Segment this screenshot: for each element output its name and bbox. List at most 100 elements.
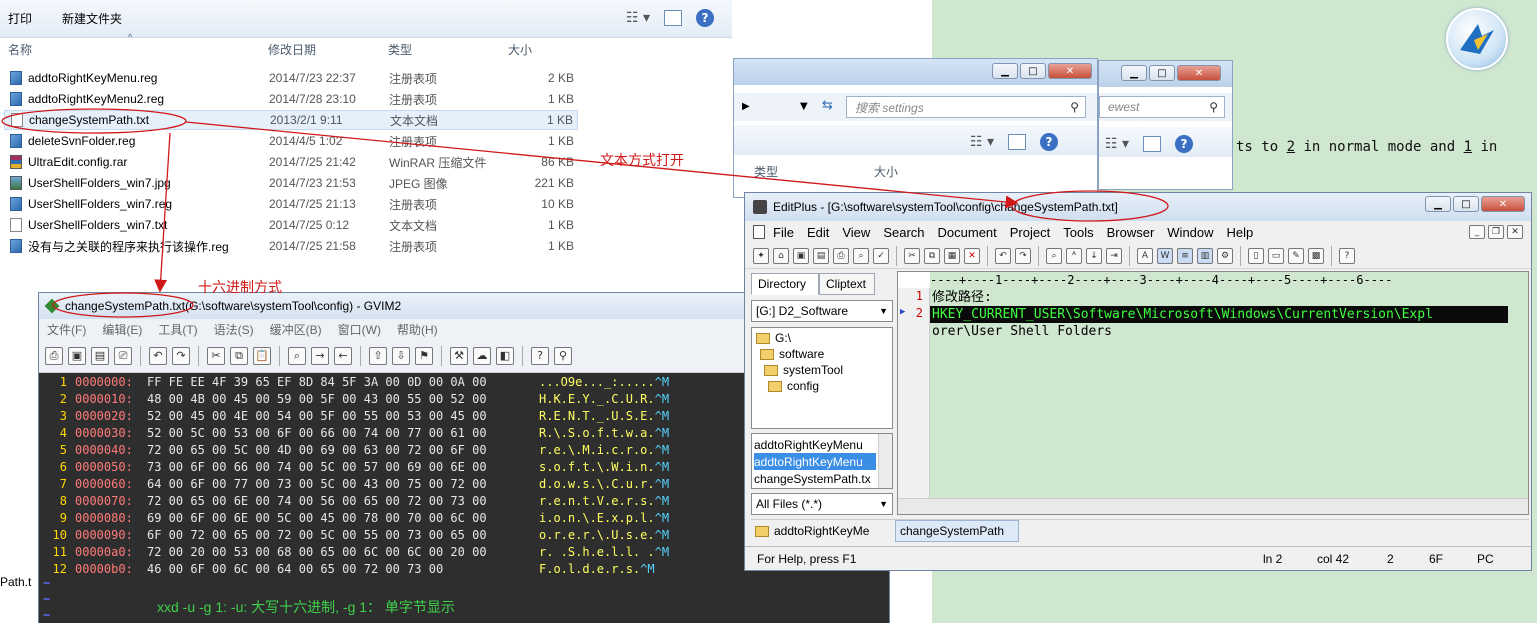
- search-input[interactable]: ewest ⚲: [1099, 96, 1225, 118]
- word-wrap-icon[interactable]: W: [1157, 247, 1173, 264]
- paste-icon[interactable]: 📋: [253, 346, 271, 365]
- find-replace-icon[interactable]: ⌕: [288, 346, 306, 365]
- file-row[interactable]: UserShellFolders_win7.txt 2014/7/25 0:12 文…: [4, 215, 578, 235]
- help-icon[interactable]: ?: [696, 9, 714, 27]
- column-name-header[interactable]: 名称: [8, 41, 32, 58]
- save-icon[interactable]: ▣: [793, 247, 809, 264]
- redo-icon[interactable]: ↷: [1015, 247, 1031, 264]
- maximize-button[interactable]: □: [1020, 63, 1046, 79]
- menu-edit[interactable]: Edit: [807, 225, 829, 240]
- run-script-icon[interactable]: ⚑: [415, 346, 433, 365]
- menu-tools[interactable]: Tools: [1063, 225, 1093, 240]
- tree-item[interactable]: config: [768, 379, 819, 393]
- code-area[interactable]: 修改路径: HKEY_CURRENT_USER\Software\Microso…: [930, 288, 1528, 498]
- file-row[interactable]: addtoRightKeyMenu.reg 2014/7/23 22:37 注册表项…: [4, 68, 578, 88]
- menu-project[interactable]: Project: [1010, 225, 1050, 240]
- menu-window[interactable]: Window: [1167, 225, 1213, 240]
- column-size-header[interactable]: 大小: [508, 41, 532, 58]
- save-icon[interactable]: ▣: [68, 346, 86, 365]
- preview-pane-icon[interactable]: [1143, 136, 1162, 152]
- paste-icon[interactable]: ▦: [944, 247, 960, 264]
- list-item[interactable]: addtoRightKeyMenu: [754, 436, 876, 453]
- goto-icon[interactable]: ↓: [1086, 247, 1102, 264]
- menu-help[interactable]: Help: [1227, 225, 1254, 240]
- make-icon[interactable]: ⚒: [450, 346, 468, 365]
- tab-directory[interactable]: Directory: [751, 273, 819, 295]
- menu-search[interactable]: Search: [883, 225, 924, 240]
- file-row[interactable]: addtoRightKeyMenu2.reg 2014/7/28 23:10 注册表…: [4, 89, 578, 109]
- file-row[interactable]: UserShellFolders_win7.reg 2014/7/25 21:13…: [4, 194, 578, 214]
- maximize-button[interactable]: □: [1453, 196, 1479, 212]
- editor-pane[interactable]: ----+----1----+----2----+----3----+----4…: [897, 271, 1529, 515]
- view-options-icon[interactable]: ☷ ▾: [626, 10, 650, 26]
- settings-icon[interactable]: ⚙: [1217, 247, 1233, 264]
- search-input[interactable]: 搜索 settings ⚲: [846, 96, 1086, 118]
- close-button[interactable]: ✕: [1048, 63, 1092, 79]
- scrollbar[interactable]: [878, 434, 892, 488]
- column-date-header[interactable]: 修改日期: [268, 41, 316, 58]
- toggle-icon[interactable]: ⇥: [1106, 247, 1122, 264]
- preview-pane-icon[interactable]: [1008, 134, 1027, 150]
- redo-icon[interactable]: ↷: [172, 346, 190, 365]
- list-item[interactable]: changeSystemPath.tx: [754, 470, 876, 487]
- undo-icon[interactable]: ↶: [995, 247, 1011, 264]
- help-icon[interactable]: ?: [1040, 133, 1059, 151]
- find-icon[interactable]: ⌕: [1046, 247, 1062, 264]
- refresh-icon[interactable]: ⇆: [822, 98, 833, 113]
- doc-minimize-button[interactable]: _: [1469, 225, 1485, 239]
- open-icon[interactable]: ⎙: [45, 346, 63, 365]
- menu-window[interactable]: 窗口(W): [338, 321, 381, 338]
- horizontal-scrollbar[interactable]: [898, 498, 1528, 514]
- directory-window-icon[interactable]: ▯: [1248, 247, 1264, 264]
- tab-cliptext[interactable]: Cliptext: [819, 273, 875, 295]
- load-session-icon[interactable]: ⇧: [369, 346, 387, 365]
- tools-icon[interactable]: ✎: [1288, 247, 1304, 264]
- line-number-icon[interactable]: ≡: [1177, 247, 1193, 264]
- drive-select[interactable]: [G:] D2_Software ▼: [751, 300, 893, 322]
- list-item[interactable]: addtoRightKeyMenu: [754, 453, 876, 470]
- shell-icon[interactable]: ☁: [473, 346, 491, 365]
- menu-tools[interactable]: 工具(T): [158, 321, 197, 338]
- print-button[interactable]: 打印: [8, 10, 32, 27]
- file-row[interactable]: 没有与之关联的程序来执行该操作.reg 2014/7/25 21:58 注册表项 1 …: [4, 236, 578, 256]
- file-row[interactable]: UltraEdit.config.rar 2014/7/25 21:42 WinRA…: [4, 152, 578, 172]
- doc-tab-active[interactable]: changeSystemPath: [895, 520, 1019, 542]
- copy-icon[interactable]: ⧉: [230, 346, 248, 365]
- cut-icon[interactable]: ✂: [904, 247, 920, 264]
- save-session-icon[interactable]: ⇩: [392, 346, 410, 365]
- menu-view[interactable]: View: [842, 225, 870, 240]
- help-icon[interactable]: ?: [531, 346, 549, 365]
- new-file-icon[interactable]: ✦: [753, 247, 769, 264]
- file-row[interactable]: deleteSvnFolder.reg 2014/4/5 1:02 注册表项 1 KB: [4, 131, 578, 151]
- delete-icon[interactable]: ✕: [964, 247, 980, 264]
- close-button[interactable]: ✕: [1177, 65, 1221, 81]
- tree-item[interactable]: software: [760, 347, 824, 361]
- maximize-button[interactable]: □: [1149, 65, 1175, 81]
- minimize-button[interactable]: ▁: [992, 63, 1018, 79]
- new-folder-button[interactable]: 新建文件夹: [62, 10, 122, 27]
- save-all-icon[interactable]: ▤: [813, 247, 829, 264]
- view-options-icon[interactable]: ☷ ▾: [1105, 136, 1129, 152]
- column-type-header[interactable]: 类型: [754, 163, 778, 180]
- menu-file[interactable]: 文件(F): [47, 321, 86, 338]
- output-window-icon[interactable]: ▭: [1268, 247, 1284, 264]
- menu-syntax[interactable]: 语法(S): [214, 321, 254, 338]
- file-row[interactable]: changeSystemPath.txt 2013/2/1 9:11 文本文档 1 K…: [4, 110, 578, 130]
- menu-file[interactable]: File: [773, 225, 794, 240]
- doc-restore-button[interactable]: ❐: [1488, 225, 1504, 239]
- column-size-header[interactable]: 大小: [874, 163, 898, 180]
- file-filter-select[interactable]: All Files (*.*) ▼: [751, 493, 893, 515]
- menu-browser[interactable]: Browser: [1107, 225, 1155, 240]
- tree-item[interactable]: G:\: [756, 331, 791, 345]
- dropdown-arrow-icon[interactable]: ▼: [800, 101, 808, 112]
- menu-document[interactable]: Document: [938, 225, 997, 240]
- menu-help[interactable]: 帮助(H): [397, 321, 438, 338]
- close-button[interactable]: ✕: [1481, 196, 1525, 212]
- replace-icon[interactable]: ᴬ: [1066, 247, 1082, 264]
- font-icon[interactable]: A: [1137, 247, 1153, 264]
- minimize-button[interactable]: ▁: [1121, 65, 1147, 81]
- doc-tab[interactable]: addtoRightKeyMe: [751, 520, 893, 542]
- print-preview-icon[interactable]: ⌕: [853, 247, 869, 264]
- copy-icon[interactable]: ⧉: [924, 247, 940, 264]
- cut-icon[interactable]: ✂: [207, 346, 225, 365]
